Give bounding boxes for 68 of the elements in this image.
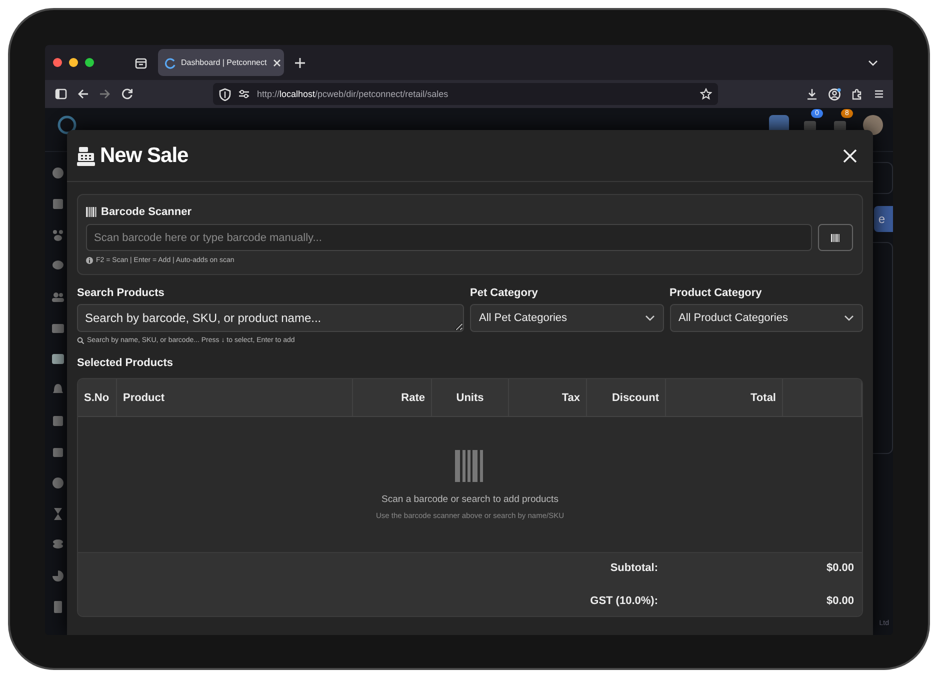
url-text: http://localhost/pcweb/dir/petconnect/retail/sales	[257, 89, 448, 99]
star-icon[interactable]	[700, 88, 712, 100]
field-label: Product Category	[670, 287, 763, 299]
field-label: Pet Category	[470, 287, 539, 299]
nav-icon[interactable]	[51, 166, 65, 180]
column-header: Units	[432, 379, 509, 416]
barcode-icon	[831, 234, 840, 242]
category-dropdown[interactable]: All Product Categories	[670, 304, 863, 332]
browser-tab[interactable]: Dashboard | Petconnect	[158, 49, 284, 76]
nav-icon[interactable]	[51, 414, 65, 428]
total-value: $0.00	[825, 595, 855, 607]
search-icon	[77, 337, 84, 344]
nav-icon[interactable]	[51, 600, 65, 614]
barcode-input-field[interactable]: Scan barcode here or type barcode manually...	[86, 224, 812, 251]
nav-icon[interactable]	[51, 352, 65, 366]
dialog-title: New Sale	[100, 144, 188, 168]
barcode-icon	[86, 207, 97, 217]
cash-register-icon	[77, 146, 95, 166]
download-icon[interactable]	[806, 88, 818, 100]
nav-icon[interactable]	[51, 445, 65, 459]
column-header: Product	[117, 379, 353, 416]
section-title: Barcode Scanner	[101, 206, 192, 218]
total-value: $0.00	[825, 562, 855, 574]
column-header: Tax	[509, 379, 587, 416]
info-icon	[86, 257, 93, 264]
barcode-icon	[455, 450, 485, 482]
minimize-window-button[interactable]	[69, 58, 78, 67]
back-arrow-icon[interactable]	[77, 88, 89, 100]
user-avatar[interactable]	[863, 114, 883, 134]
close-icon	[843, 148, 857, 162]
column-header: Discount	[587, 379, 666, 416]
empty-message: Scan a barcode or search to add products	[382, 494, 558, 504]
reload-icon[interactable]	[121, 88, 133, 100]
column-header: Rate	[353, 379, 432, 416]
action-button[interactable]: e	[874, 206, 893, 232]
extensions-icon[interactable]	[851, 88, 863, 100]
total-label: GST (10.0%):	[589, 595, 658, 607]
column-header: S.No	[78, 379, 117, 416]
logo-icon	[57, 114, 77, 134]
field-label: Search Products	[77, 287, 166, 299]
loading-icon	[164, 56, 176, 68]
chevron-down-icon	[844, 313, 854, 323]
section-title: Selected Products	[77, 357, 174, 369]
nav-icon[interactable]	[51, 197, 65, 211]
column-header: Total	[666, 379, 783, 416]
new-tab-icon[interactable]	[294, 56, 306, 68]
account-icon[interactable]	[828, 88, 841, 100]
maximize-window-button[interactable]	[85, 58, 94, 67]
menu-icon[interactable]	[873, 88, 885, 100]
sidebar-toggle-icon[interactable]	[55, 88, 67, 100]
forward-arrow-icon[interactable]	[99, 88, 111, 100]
close-window-button[interactable]	[53, 58, 62, 67]
nav-icon[interactable]	[51, 569, 65, 583]
address-bar[interactable]: http://localhost/pcweb/dir/petconnect/retail/sales	[213, 83, 718, 105]
close-icon[interactable]	[272, 58, 282, 68]
sliders-icon[interactable]	[238, 88, 250, 100]
scan-button[interactable]	[818, 224, 853, 251]
nav-icon[interactable]	[51, 321, 65, 335]
nav-icon[interactable]	[51, 507, 65, 521]
nav-icon[interactable]	[51, 476, 65, 490]
total-label: Subtotal:	[609, 562, 658, 574]
nav-icon[interactable]	[51, 228, 65, 242]
shield-icon[interactable]	[219, 88, 231, 100]
tab-list-icon[interactable]	[134, 56, 148, 70]
category-dropdown[interactable]: All Pet Categories	[470, 304, 664, 332]
product-search-field[interactable]: Search by barcode, SKU, or product name...	[77, 304, 464, 332]
chevron-down-icon	[644, 313, 654, 323]
nav-icon[interactable]	[51, 290, 65, 304]
